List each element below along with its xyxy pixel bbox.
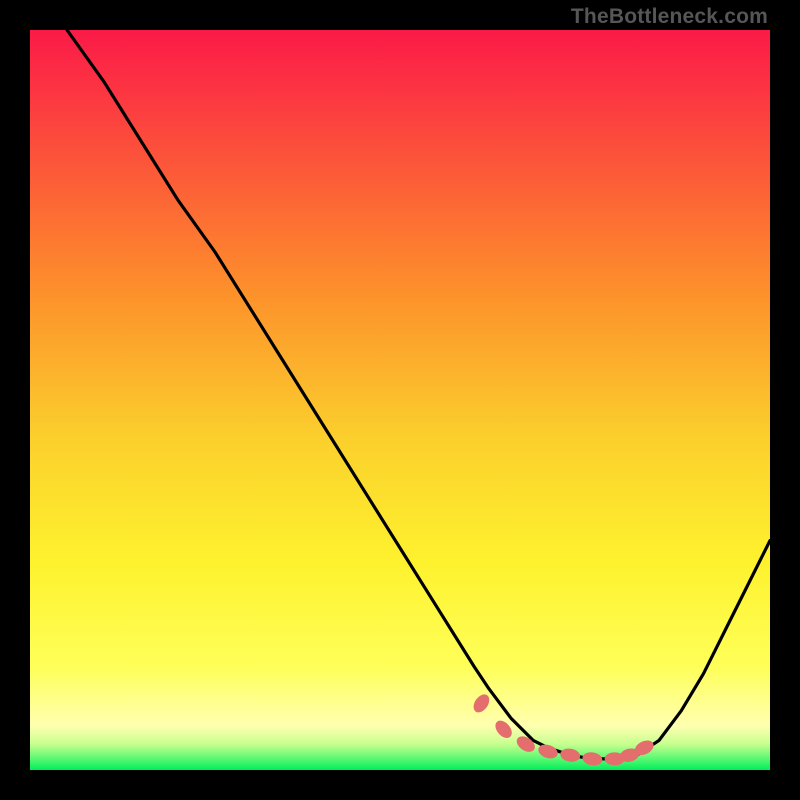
chart-plot	[30, 30, 770, 770]
bottleneck-curve	[67, 30, 770, 759]
chart-frame	[30, 30, 770, 770]
watermark-text: TheBottleneck.com	[571, 5, 768, 29]
